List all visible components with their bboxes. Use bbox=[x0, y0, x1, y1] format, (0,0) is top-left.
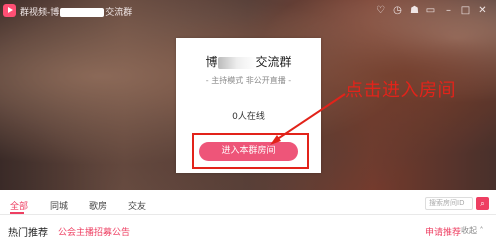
window-title: 群视频-博 交流群 bbox=[20, 8, 133, 18]
chat-icon[interactable]: ▭ bbox=[424, 4, 437, 17]
search-button[interactable]: ⌕ bbox=[476, 197, 489, 210]
tab-bar: 全部 同城 歌房 交友 搜索房间ID ⌕ bbox=[0, 190, 496, 215]
blur-mask bbox=[217, 56, 256, 69]
online-count: 0人在线 bbox=[232, 112, 265, 122]
tab-local[interactable]: 同城 bbox=[50, 199, 68, 212]
highlight-box bbox=[192, 133, 309, 169]
tab-all[interactable]: 全部 bbox=[10, 199, 28, 212]
collapse-button[interactable]: 收起 ˄ bbox=[461, 225, 484, 236]
tab-friends[interactable]: 交友 bbox=[128, 199, 146, 212]
active-tab-indicator bbox=[10, 212, 24, 214]
search-icon: ⌕ bbox=[480, 199, 485, 208]
tab-song-room[interactable]: 歌房 bbox=[89, 199, 107, 212]
blur-mask bbox=[60, 8, 105, 17]
bottom-panel: 全部 同城 歌房 交友 搜索房间ID ⌕ 热门推荐 公会主播招募公告 申请推荐 … bbox=[0, 190, 496, 242]
chevron-up-icon: ˄ bbox=[477, 226, 484, 235]
title-bar: 群视频-博 交流群 ♡ ◷ ☗ ▭ – □ ✕ bbox=[0, 0, 496, 22]
heart-icon[interactable]: ♡ bbox=[374, 4, 387, 17]
apply-recommend-link[interactable]: 申请推荐 bbox=[425, 225, 461, 238]
room-name: 博交流群 bbox=[205, 55, 292, 69]
user-icon[interactable]: ☗ bbox=[408, 4, 421, 17]
app-logo-icon bbox=[3, 4, 16, 17]
clock-icon[interactable]: ◷ bbox=[391, 4, 404, 17]
notice-link[interactable]: 公会主播招募公告 bbox=[58, 225, 130, 238]
room-mode: - 主持模式 非公开直播 - bbox=[205, 76, 292, 85]
annotation-text: 点击进入房间 bbox=[345, 80, 456, 101]
close-icon[interactable]: ✕ bbox=[476, 4, 489, 17]
minimize-icon[interactable]: – bbox=[442, 4, 455, 17]
search-input[interactable]: 搜索房间ID bbox=[425, 197, 473, 210]
maximize-icon[interactable]: □ bbox=[459, 4, 472, 17]
section-title: 热门推荐 bbox=[8, 228, 48, 239]
